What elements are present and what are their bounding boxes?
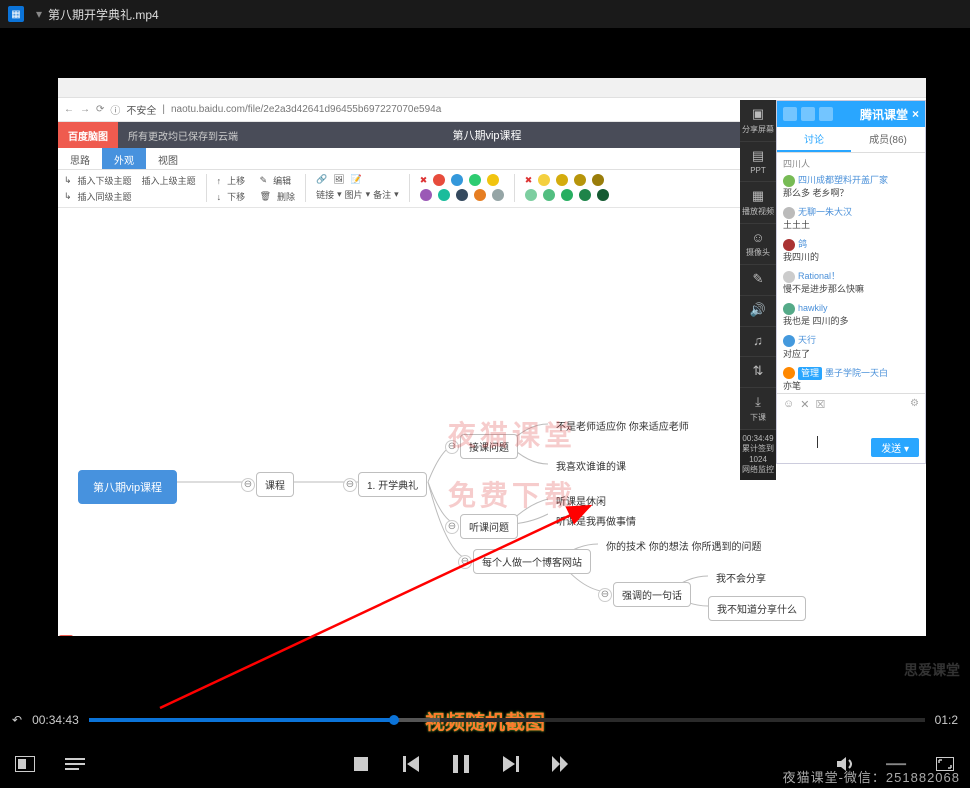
classroom-tool-strip: ▣分享屏幕 ▤PPT ▦播放视频 ☺摄像头 ✎ 🔊 ♫ ⇅ ⤓下课 00:34:… (740, 100, 776, 480)
skip-button[interactable] (550, 753, 572, 775)
tab-shitu[interactable]: 视图 (146, 148, 190, 169)
forward-icon[interactable]: → (80, 104, 90, 115)
strip-audio[interactable]: 🔊 (740, 296, 776, 327)
url-text[interactable]: naotu.baidu.com/file/2e2a3d42641d96455b6… (171, 104, 441, 115)
classroom-panel: 腾讯课堂 × 讨论 成员(86) 四川人 四川成都塑料开盖厂家那么多 老乡啊？ … (776, 100, 926, 464)
node-noshare[interactable]: 我不会分享 (708, 566, 774, 589)
video-viewport: ← → ⟳ ⓘ 不安全 | naotu.baidu.com/file/2e2a3… (0, 28, 970, 710)
classroom-brand: 腾讯课堂 (860, 106, 908, 123)
strip-transfer[interactable]: ⇅ (740, 357, 776, 388)
strip-music[interactable]: ♫ (740, 327, 776, 357)
node-everyone[interactable]: 每个人做一个博客网站 (473, 549, 591, 574)
autosave-label: 所有更改均已保存到云端 (118, 128, 248, 143)
scissors-icon[interactable]: ✕ (800, 398, 809, 411)
document-title: 第八期vip课程 (248, 127, 726, 143)
watermark-2: 免费下载 (448, 474, 576, 514)
reload-icon[interactable]: ⟳ (96, 104, 104, 115)
note-button[interactable]: 备注 (373, 188, 391, 201)
next-button[interactable] (500, 753, 522, 775)
seek-track[interactable] (89, 718, 925, 722)
seek-bar: ↶ 00:34:43 01:2 (0, 710, 970, 730)
delete-button[interactable]: 删除 (277, 190, 295, 203)
playlist-icon[interactable] (64, 753, 86, 775)
chat-log: 四川人 四川成都塑料开盖厂家那么多 老乡啊？ 无聊一朱大汉土土土 鸽我四川的 R… (777, 153, 925, 393)
strip-play-video[interactable]: ▦播放视频 (740, 182, 776, 224)
captured-screen: ← → ⟳ ⓘ 不安全 | naotu.baidu.com/file/2e2a3… (58, 78, 926, 636)
corner-watermark: 思爱课堂 (904, 660, 960, 680)
strip-ppt[interactable]: ▤PPT (740, 142, 776, 182)
classroom-header: 腾讯课堂 × (777, 101, 925, 127)
classroom-header-icons[interactable] (783, 107, 833, 121)
duration-time: 01:2 (935, 713, 958, 727)
link-button[interactable]: 链接 (316, 188, 334, 201)
strip-timer: 00:34:49 累计签到 1024 网络监控 (740, 430, 776, 480)
stop-button[interactable] (350, 753, 372, 775)
browser-tab-strip (58, 78, 926, 98)
prev-button[interactable] (400, 753, 422, 775)
strip-camera[interactable]: ☺摄像头 (740, 224, 776, 265)
time-back-icon[interactable]: ↶ (12, 713, 22, 727)
window-mode-icon[interactable] (14, 753, 36, 775)
footer-watermark: 夜猫课堂-微信：251882068 (783, 767, 960, 786)
insert-sibling-button[interactable]: 插入同级主题 (78, 190, 132, 203)
gear-icon[interactable]: ⚙ (910, 398, 919, 409)
tab-members[interactable]: 成员(86) (851, 127, 925, 152)
insert-child-button[interactable]: 插入下级主题 (78, 174, 132, 187)
node-noknow[interactable]: 我不知道分享什么 (708, 596, 806, 621)
tab-discuss[interactable]: 讨论 (777, 127, 851, 152)
node-stress[interactable]: 强调的一句话 (613, 582, 691, 607)
insert-parent-button[interactable]: 插入上级主题 (142, 174, 196, 187)
strip-share-screen[interactable]: ▣分享屏幕 (740, 100, 776, 142)
node-root[interactable]: 第八期vip课程 (78, 470, 177, 504)
watermark-1: 夜猫课堂 (448, 414, 576, 454)
pause-button[interactable] (450, 753, 472, 775)
classroom-close-icon[interactable]: × (912, 107, 919, 121)
window-titlebar: ▦ ▾ 第八期开学典礼.mp4 (0, 0, 970, 28)
text-caret (817, 436, 818, 448)
image-button[interactable]: 图片 (345, 188, 363, 201)
back-icon[interactable]: ← (64, 104, 74, 115)
app-icon: ▦ (8, 6, 24, 22)
current-time: 00:34:43 (32, 713, 79, 727)
info-icon[interactable]: ⓘ (110, 102, 120, 117)
movedown-button[interactable]: 下移 (227, 190, 245, 203)
chat-input-area[interactable]: ☺ ✕ ☒ ⚙ 发送 ▾ (777, 393, 925, 463)
brand-label[interactable]: 百度脑图 (58, 122, 118, 148)
edit-button[interactable]: 编辑 (273, 174, 291, 187)
moveup-button[interactable]: 上移 (227, 174, 245, 187)
image-icon[interactable]: ☒ (815, 398, 825, 411)
dropdown-icon[interactable]: ▾ (36, 7, 42, 21)
insecure-label: 不安全 (126, 102, 156, 117)
node-skill[interactable]: 你的技术 你的想法 你所遇到的问题 (598, 534, 770, 557)
node-tingke[interactable]: 听课问题 (460, 514, 518, 539)
tab-waiguan[interactable]: 外观 (102, 148, 146, 169)
emoji-icon[interactable]: ☺ (783, 398, 794, 411)
tab-silu[interactable]: 思路 (58, 148, 102, 169)
strip-endclass[interactable]: ⤓下课 (740, 388, 776, 430)
node-course[interactable]: 课程 (256, 472, 294, 497)
strip-pen[interactable]: ✎ (740, 265, 776, 296)
zoom-sidebar[interactable] (58, 634, 74, 636)
window-title: 第八期开学典礼.mp4 (48, 6, 159, 23)
node-kaixue[interactable]: 1. 开学典礼 (358, 472, 427, 497)
send-button[interactable]: 发送 ▾ (871, 438, 919, 457)
